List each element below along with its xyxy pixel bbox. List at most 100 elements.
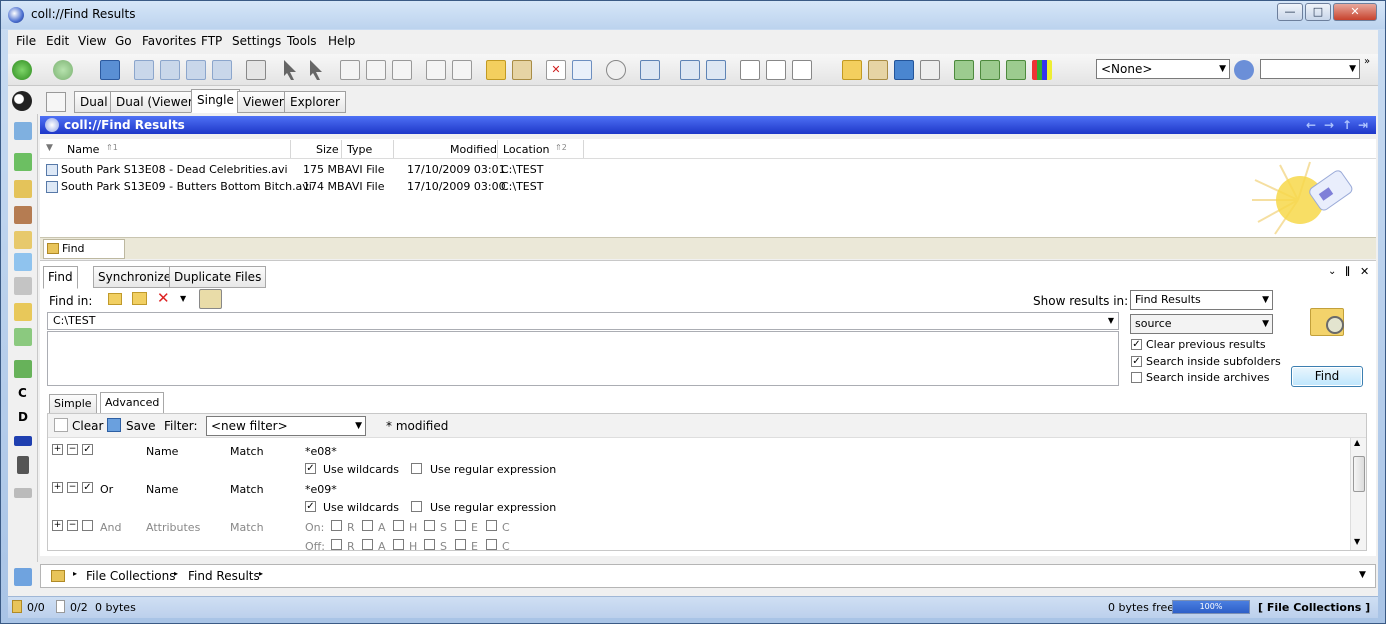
clause-field[interactable]: Attributes <box>146 521 200 534</box>
properties-icon[interactable] <box>246 60 266 80</box>
attribute-checkbox[interactable] <box>393 520 404 531</box>
viewer-pane-icon[interactable] <box>706 60 726 80</box>
remove-dropdown-icon[interactable]: ▼ <box>180 294 186 303</box>
nav-sync-icon[interactable]: ⇥ <box>1358 116 1368 134</box>
clear-filter-icon[interactable] <box>54 418 68 432</box>
color-icon[interactable] <box>1032 60 1052 80</box>
add-folder-icon[interactable] <box>132 292 147 305</box>
clause-operator[interactable]: Or <box>100 483 113 496</box>
attribute-checkbox[interactable] <box>486 520 497 531</box>
column-modified[interactable]: Modified <box>450 143 497 156</box>
menu-help[interactable]: Help <box>328 34 355 48</box>
find-button[interactable]: Find <box>1291 366 1363 387</box>
copy-icon[interactable] <box>340 60 360 80</box>
copy-to-icon[interactable] <box>426 60 446 80</box>
tab-advanced[interactable]: Advanced <box>100 392 165 414</box>
status-collection[interactable]: [ File Collections ] <box>1258 601 1370 614</box>
refresh-icon[interactable] <box>100 60 120 80</box>
new-folder-icon[interactable] <box>486 60 506 80</box>
sort-icon[interactable] <box>46 92 66 112</box>
panel-close-icon[interactable]: ✕ <box>1360 265 1369 278</box>
layout-select[interactable]: <None> ▼ <box>1096 59 1230 79</box>
scroll-up-icon[interactable]: ▲ <box>1354 438 1360 447</box>
collapse-icon[interactable]: ⌄ <box>1328 266 1336 277</box>
drive-c-icon[interactable]: C <box>18 386 27 400</box>
attribute-checkbox[interactable] <box>455 539 466 550</box>
nav-back-icon[interactable]: ← <box>1306 116 1316 134</box>
clause-match[interactable]: Match <box>230 445 264 458</box>
folder-tree-icon[interactable] <box>14 180 32 198</box>
toolbar-overflow-icon[interactable]: » <box>1364 56 1370 67</box>
document-icon[interactable] <box>766 60 786 80</box>
undo-icon[interactable] <box>572 60 592 80</box>
find-icon[interactable] <box>606 60 626 80</box>
sync-icon[interactable] <box>954 60 974 80</box>
pane-layout-3-icon[interactable] <box>186 60 206 80</box>
column-type[interactable]: Type <box>347 143 372 156</box>
attribute-checkbox[interactable] <box>362 520 373 531</box>
users-icon[interactable] <box>14 206 32 224</box>
tab-viewer[interactable]: Viewer <box>237 91 290 113</box>
pause-icon[interactable]: ∥ <box>1345 266 1350 277</box>
clear-previous-checkbox[interactable]: ✓ <box>1131 339 1142 350</box>
edit-document-icon[interactable] <box>792 60 812 80</box>
clause-field[interactable]: Name <box>146 445 178 458</box>
column-location[interactable]: Location <box>503 143 550 156</box>
clause-enable-checkbox[interactable]: ✓ <box>82 482 93 493</box>
library-icon[interactable] <box>14 231 32 249</box>
table-row[interactable]: South Park S13E08 - Dead Celebrities.avi… <box>44 162 564 178</box>
menu-file[interactable]: File <box>16 34 36 48</box>
menu-view[interactable]: View <box>78 34 106 48</box>
menu-favorites[interactable]: Favorites <box>142 34 196 48</box>
clause-match[interactable]: Match <box>230 483 264 496</box>
search-subfolders-checkbox[interactable]: ✓ <box>1131 356 1142 367</box>
attribute-checkbox[interactable] <box>331 539 342 550</box>
attribute-checkbox[interactable] <box>424 539 435 550</box>
tab-find-results[interactable]: Find Results <box>43 239 125 273</box>
show-results-select[interactable]: Find Results ▼ <box>1130 290 1273 310</box>
expand-clause-button[interactable]: + <box>52 482 63 493</box>
network-icon[interactable] <box>14 122 32 140</box>
forward-icon[interactable] <box>53 60 73 80</box>
clause-enable-checkbox[interactable]: ✓ <box>82 444 93 455</box>
add-icon[interactable] <box>14 153 32 171</box>
save-filter-button[interactable]: Save <box>126 419 155 433</box>
panel-toggle-icon[interactable] <box>14 568 32 586</box>
save-icon[interactable] <box>107 418 121 432</box>
tab-duplicate-files[interactable]: Duplicate Files <box>169 266 267 288</box>
pane-layout-4-icon[interactable] <box>212 60 232 80</box>
menu-settings[interactable]: Settings <box>232 34 281 48</box>
nav-forward-icon[interactable]: → <box>1324 116 1334 134</box>
source-select[interactable]: source ▼ <box>1130 314 1273 334</box>
nav-up-icon[interactable]: ↑ <box>1342 116 1352 134</box>
column-chooser-icon[interactable]: ▼ <box>46 143 53 153</box>
remove-clause-button[interactable]: − <box>67 444 78 455</box>
phone-icon[interactable] <box>17 456 29 474</box>
breadcrumb-find-results[interactable]: Find Results <box>188 569 260 583</box>
image-icon[interactable] <box>894 60 914 80</box>
minimize-button[interactable]: — <box>1277 3 1303 21</box>
search-archives-checkbox[interactable] <box>1131 372 1142 383</box>
paste-icon[interactable] <box>366 60 386 80</box>
clause-enable-checkbox[interactable] <box>82 520 93 531</box>
scroll-down-icon[interactable]: ▼ <box>1354 537 1360 546</box>
clause-field[interactable]: Name <box>146 483 178 496</box>
close-button[interactable]: ✕ <box>1333 3 1377 21</box>
star-icon[interactable] <box>14 253 32 271</box>
attribute-checkbox[interactable] <box>331 520 342 531</box>
remove-clause-button[interactable]: − <box>67 520 78 531</box>
tab-find[interactable]: Find <box>43 266 78 289</box>
clause-operator[interactable]: And <box>100 521 121 534</box>
tools-icon[interactable] <box>14 277 32 295</box>
tab-single[interactable]: Single <box>191 89 240 113</box>
menu-go[interactable]: Go <box>115 34 132 48</box>
filter-select[interactable]: <new filter> ▼ <box>206 416 366 436</box>
pane-layout-2-icon[interactable] <box>160 60 180 80</box>
favorites-select[interactable]: ▼ <box>1260 59 1360 79</box>
menu-ftp[interactable]: FTP <box>201 34 222 48</box>
table-row[interactable]: South Park S13E09 - Butters Bottom Bitch… <box>44 179 564 195</box>
tab-dual[interactable]: Dual <box>74 91 114 113</box>
open-in-pane-icon[interactable] <box>640 60 660 80</box>
clause-value[interactable]: *e09* <box>305 483 337 496</box>
filter-scrollbar[interactable]: ▲ ▼ <box>1350 438 1366 550</box>
